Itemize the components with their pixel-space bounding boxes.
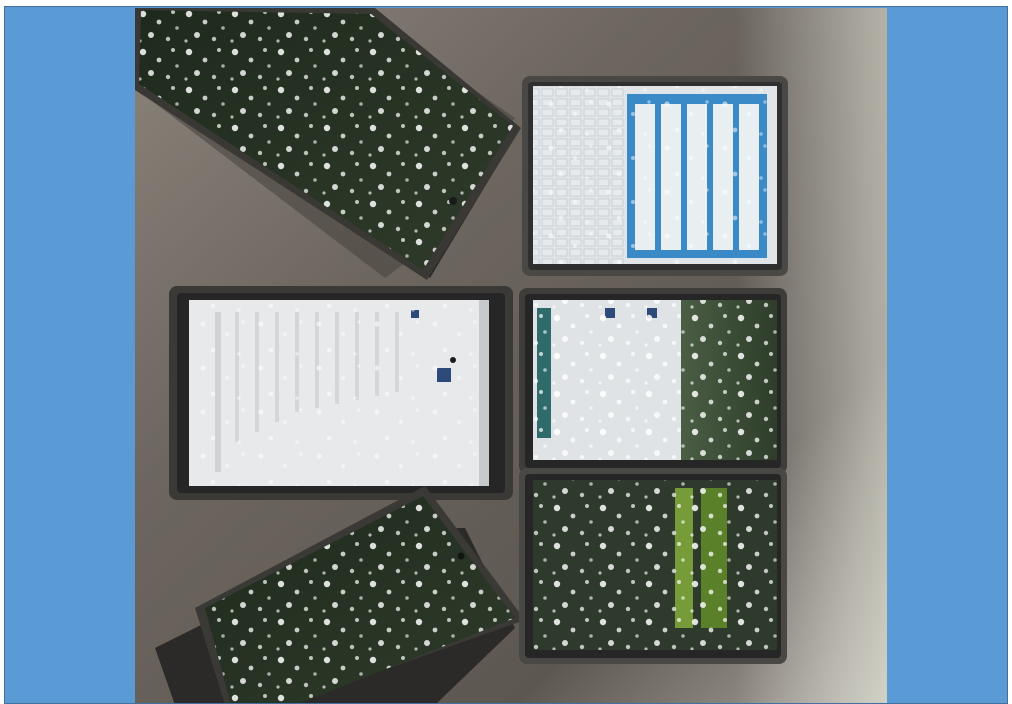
tablet-top-right xyxy=(522,76,788,276)
tablet-bottom-right xyxy=(519,468,787,664)
tablets-photo xyxy=(135,8,887,703)
tablet-middle-right xyxy=(519,288,787,474)
camera-icon xyxy=(449,197,457,205)
camera-icon xyxy=(457,552,465,560)
tablet-middle-left xyxy=(169,286,513,500)
photo-drawing xyxy=(135,8,887,703)
slide-background xyxy=(4,6,1008,704)
